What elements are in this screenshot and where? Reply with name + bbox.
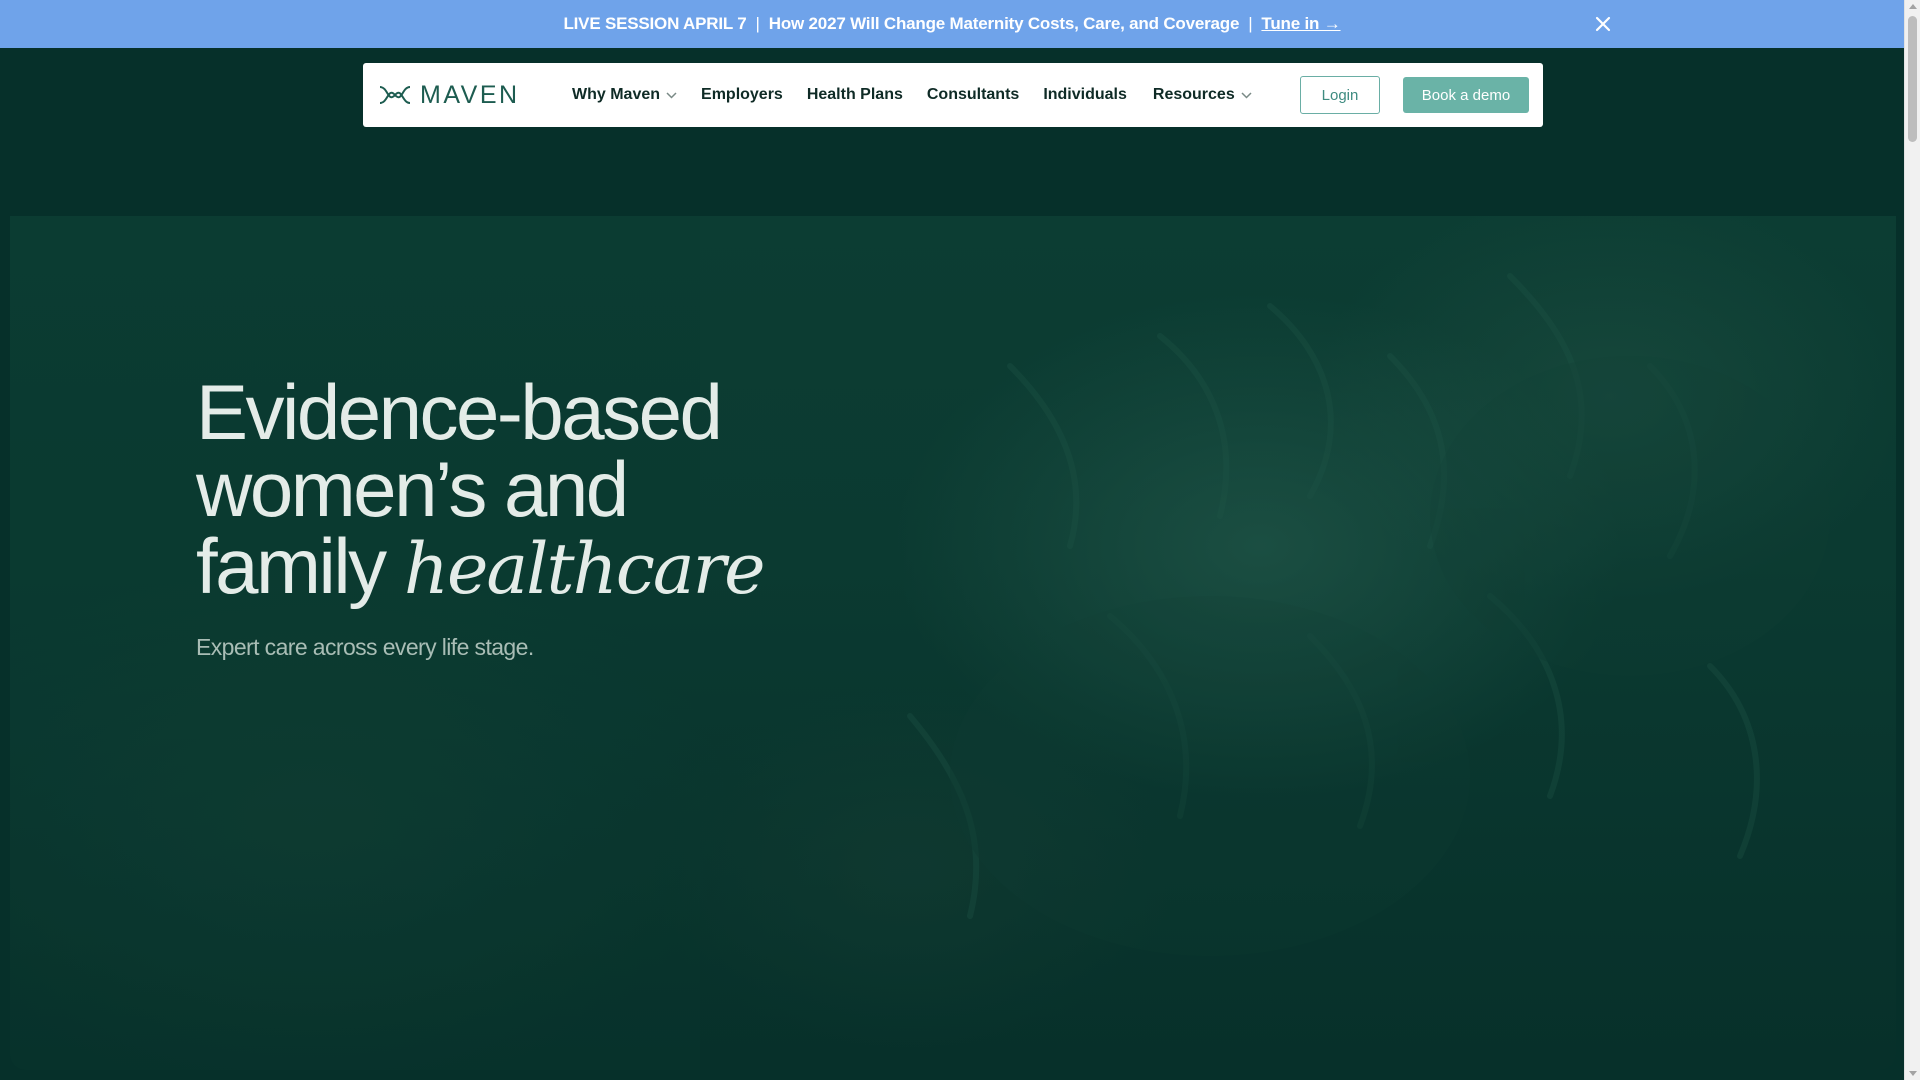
- nav-link-consultants[interactable]: Consultants: [927, 86, 1019, 104]
- hero-content: Evidence-based women’s and family health…: [196, 373, 816, 661]
- nav-link-individuals[interactable]: Individuals: [1043, 86, 1127, 104]
- announcement-label: LIVE SESSION APRIL 7: [563, 14, 747, 33]
- maven-logo-mark-icon: [379, 86, 411, 104]
- chevron-down-icon: [666, 91, 677, 99]
- maven-logo[interactable]: MAVEN: [378, 81, 528, 110]
- nav-link-label: Resources: [1152, 86, 1235, 103]
- close-icon[interactable]: [1592, 13, 1614, 35]
- hero-section: Evidence-based women’s and family health…: [10, 216, 1896, 1070]
- scroll-up-arrow-icon[interactable]: [1909, 4, 1917, 9]
- nav-actions: Login Book a demo: [1300, 76, 1529, 114]
- page-scrollbar[interactable]: [1904, 0, 1920, 1080]
- announcement-separator: |: [1248, 14, 1253, 33]
- nav-link-label: Why Maven: [572, 86, 661, 103]
- main-navigation: MAVEN Why Maven Employers Health Plans C…: [363, 63, 1543, 127]
- nav-link-health-plans[interactable]: Health Plans: [807, 86, 903, 104]
- nav-link-label: Health Plans: [806, 86, 903, 103]
- hero-title-line-1: Evidence-based: [196, 368, 723, 456]
- hero-title: Evidence-based women’s and family health…: [196, 373, 816, 610]
- nav-link-why-maven[interactable]: Why Maven: [572, 86, 677, 104]
- announcement-message: How 2027 Will Change Maternity Costs, Ca…: [768, 14, 1240, 33]
- login-button[interactable]: Login: [1300, 76, 1380, 114]
- announcement-cta-link[interactable]: Tune in →: [1261, 14, 1340, 34]
- hero-title-emphasis: healthcare: [403, 528, 766, 610]
- nav-link-resources[interactable]: Resources: [1153, 86, 1252, 104]
- logo-text: MAVEN: [420, 80, 520, 109]
- nav-link-label: Individuals: [1043, 86, 1127, 103]
- nav-link-employers[interactable]: Employers: [701, 86, 783, 104]
- scroll-down-arrow-icon[interactable]: [1909, 1071, 1917, 1076]
- hero-title-line-3: family: [196, 522, 404, 610]
- announcement-separator: |: [755, 14, 760, 33]
- hero-subtitle: Expert care across every life stage.: [196, 634, 534, 660]
- nav-link-label: Consultants: [926, 86, 1020, 103]
- scrollbar-thumb[interactable]: [1908, 16, 1917, 142]
- hero-title-line-2: women’s and: [196, 445, 629, 533]
- book-demo-button[interactable]: Book a demo: [1403, 77, 1529, 113]
- nav-links: Why Maven Employers Health Plans Consult…: [572, 86, 1276, 104]
- chevron-down-icon: [1241, 91, 1252, 99]
- nav-link-label: Employers: [701, 86, 783, 103]
- announcement-bar: LIVE SESSION APRIL 7 | How 2027 Will Cha…: [0, 0, 1904, 48]
